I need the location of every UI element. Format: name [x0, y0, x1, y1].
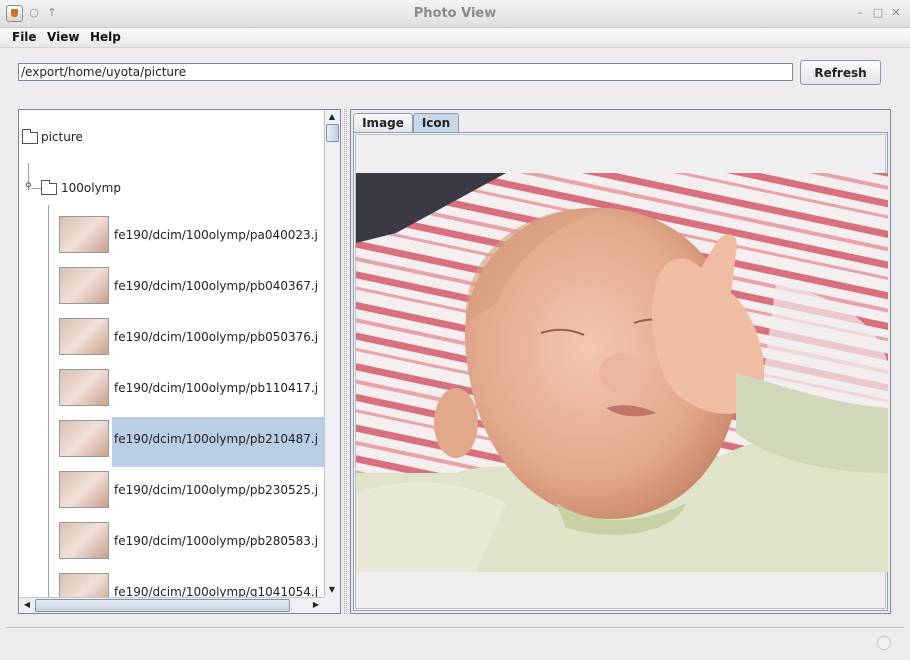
vertical-scrollbar[interactable]: ▲ ▼: [324, 110, 340, 597]
vertical-scroll-thumb[interactable]: [326, 124, 339, 142]
close-icon[interactable]: ✕: [889, 6, 903, 20]
scroll-up-arrow-icon[interactable]: ▲: [325, 110, 339, 124]
tree-folder-label[interactable]: 100olymp: [61, 181, 121, 195]
tree-item[interactable]: fe190/dcim/100olymp/pb110417.j: [59, 366, 324, 416]
menu-view[interactable]: View: [47, 30, 79, 44]
tree-item-label: fe190/dcim/100olymp/pb210487.j: [112, 417, 324, 467]
tree-item[interactable]: fe190/dcim/100olymp/pb050376.j: [59, 315, 324, 365]
file-tree-panel[interactable]: picture ⚲ 100olymp fe190/dcim/100olymp/p…: [18, 109, 341, 614]
status-indicator-icon: [877, 636, 891, 650]
path-input[interactable]: [18, 63, 793, 81]
status-divider: [6, 627, 904, 628]
file-tree[interactable]: picture ⚲ 100olymp fe190/dcim/100olymp/p…: [19, 110, 324, 597]
photo-thumbnail: [59, 369, 109, 406]
horizontal-scroll-thumb[interactable]: [35, 599, 290, 612]
minimize-icon[interactable]: –: [853, 6, 867, 20]
menu-help[interactable]: Help: [90, 30, 121, 44]
tree-connector: [48, 205, 49, 597]
tree-item-label: fe190/dcim/100olymp/q1041054.j: [114, 585, 319, 597]
photo-thumbnail: [59, 318, 109, 355]
tree-connector: [31, 188, 41, 189]
scroll-down-arrow-icon[interactable]: ▼: [325, 583, 339, 597]
tree-item[interactable]: fe190/dcim/100olymp/pb230525.j: [59, 468, 324, 518]
split-pane-divider[interactable]: [344, 109, 347, 614]
tree-item-label: fe190/dcim/100olymp/pb230525.j: [114, 483, 319, 497]
tree-item-label: fe190/dcim/100olymp/pb040367.j: [114, 279, 319, 293]
scroll-right-arrow-icon[interactable]: ▶: [309, 598, 323, 612]
photo-thumbnail: [59, 216, 109, 253]
scrollbar-corner: [324, 597, 340, 613]
tree-item[interactable]: fe190/dcim/100olymp/pa040023.j: [59, 213, 324, 263]
tree-item[interactable]: fe190/dcim/100olymp/q1041054.j: [59, 570, 324, 597]
photo-thumbnail: [59, 573, 109, 597]
tree-item[interactable]: fe190/dcim/100olymp/pb040367.j: [59, 264, 324, 314]
tab-content: [353, 132, 888, 611]
scroll-left-arrow-icon[interactable]: ◀: [20, 598, 34, 612]
menu-bar: File View Help: [0, 28, 910, 48]
viewer-panel: Image Icon: [350, 109, 891, 614]
photo-thumbnail: [59, 522, 109, 559]
folder-icon: [22, 129, 38, 144]
tree-item-label: fe190/dcim/100olymp/pb050376.j: [114, 330, 319, 344]
photo-thumbnail: [59, 420, 109, 457]
photo-preview: [356, 173, 888, 572]
tab-image[interactable]: Image: [353, 113, 413, 132]
tree-expand-toggle-icon[interactable]: ⚲: [25, 182, 32, 192]
tree-item[interactable]: fe190/dcim/100olymp/pb280583.j: [59, 519, 324, 569]
photo-thumbnail: [59, 471, 109, 508]
tree-item-label: fe190/dcim/100olymp/pb280583.j: [114, 534, 319, 548]
maximize-icon[interactable]: □: [871, 6, 885, 20]
menu-file[interactable]: File: [12, 30, 37, 44]
window-title: Photo View: [413, 6, 497, 21]
tab-icon[interactable]: Icon: [413, 113, 459, 132]
horizontal-scrollbar[interactable]: ◀ ▶: [19, 597, 324, 613]
tree-root-label[interactable]: picture: [41, 130, 83, 144]
photo-thumbnail: [59, 267, 109, 304]
folder-icon: [41, 180, 57, 195]
tree-item-selected[interactable]: fe190/dcim/100olymp/pb210487.j: [59, 417, 324, 467]
title-bar: ○ ↑ Photo View – □ ✕: [0, 0, 910, 28]
refresh-button[interactable]: Refresh: [800, 60, 881, 85]
tree-item-label: fe190/dcim/100olymp/pb110417.j: [114, 381, 319, 395]
tree-item-label: fe190/dcim/100olymp/pa040023.j: [114, 228, 318, 242]
